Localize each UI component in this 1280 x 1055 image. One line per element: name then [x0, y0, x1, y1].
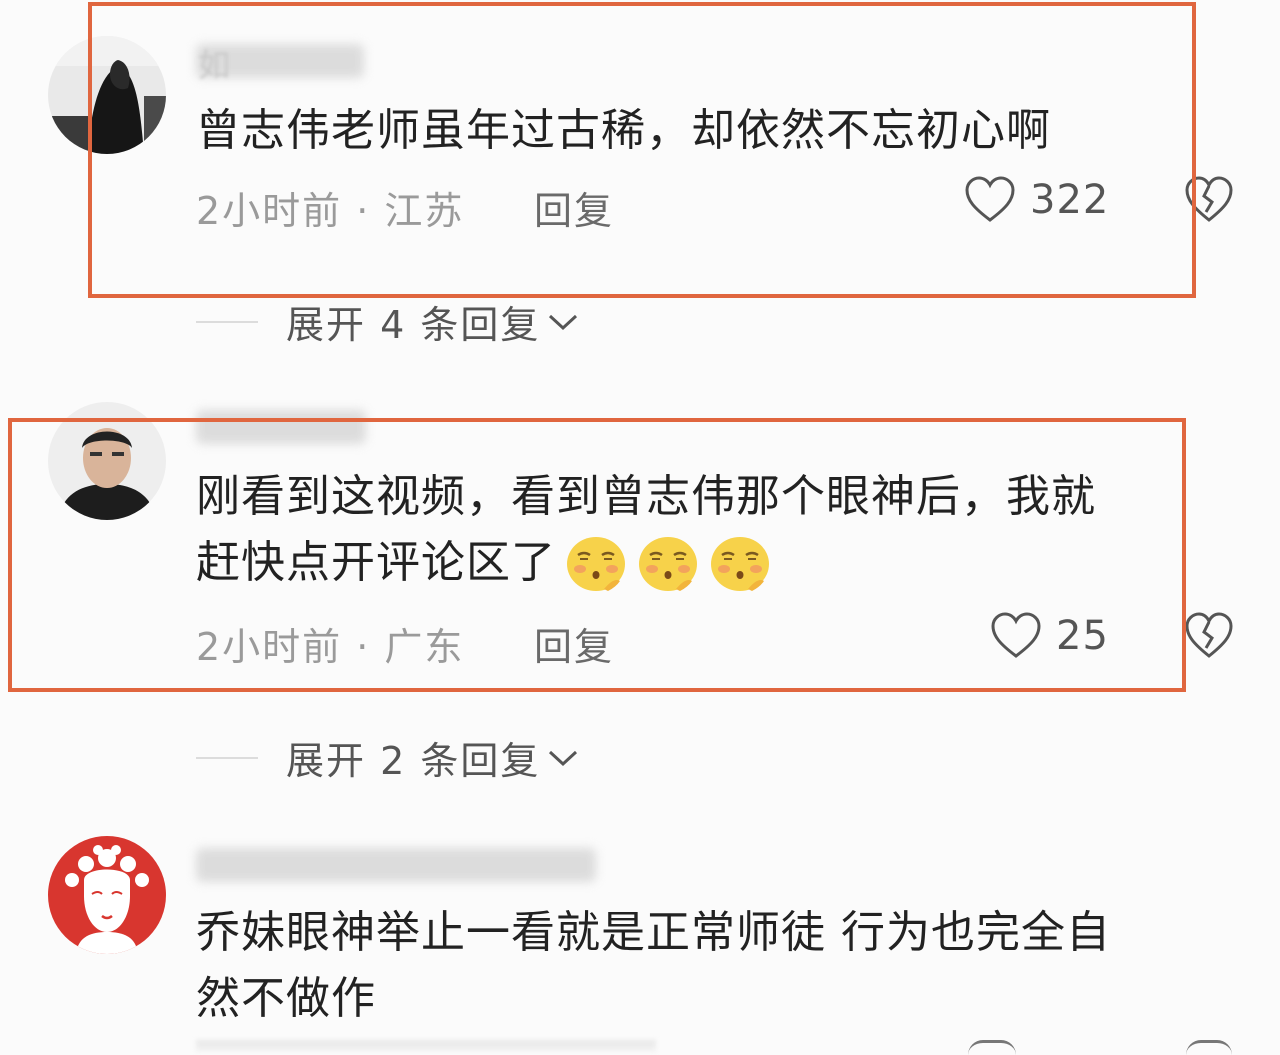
comment-line: 然不做作	[196, 973, 376, 1024]
avatar[interactable]	[48, 836, 166, 954]
divider-line	[196, 756, 258, 759]
comment-text: 乔妹眼神举止一看就是正常师徒 行为也完全自 然不做作	[196, 900, 1111, 1032]
chevron-down-icon	[549, 314, 578, 330]
chevron-down-icon	[549, 750, 578, 766]
username-blurred	[196, 848, 596, 882]
broken-heart-icon[interactable]	[1186, 1040, 1232, 1055]
comment-line: 乔妹眼神举止一看就是正常师徒 行为也完全自	[196, 907, 1111, 958]
expand-replies-button[interactable]: 展开 2 条回复	[196, 730, 580, 785]
broken-heart-icon[interactable]	[1184, 612, 1234, 660]
divider-line	[196, 320, 258, 323]
expand-replies-button[interactable]: 展开 4 条回复	[196, 294, 580, 349]
highlight-box	[8, 418, 1186, 692]
comment-meta-partial	[196, 1040, 656, 1052]
heart-outline-icon[interactable]	[968, 1040, 1016, 1055]
expand-replies-label: 展开 2 条回复	[286, 739, 541, 783]
expand-replies-label: 展开 4 条回复	[286, 303, 541, 347]
highlight-box	[88, 2, 1196, 298]
